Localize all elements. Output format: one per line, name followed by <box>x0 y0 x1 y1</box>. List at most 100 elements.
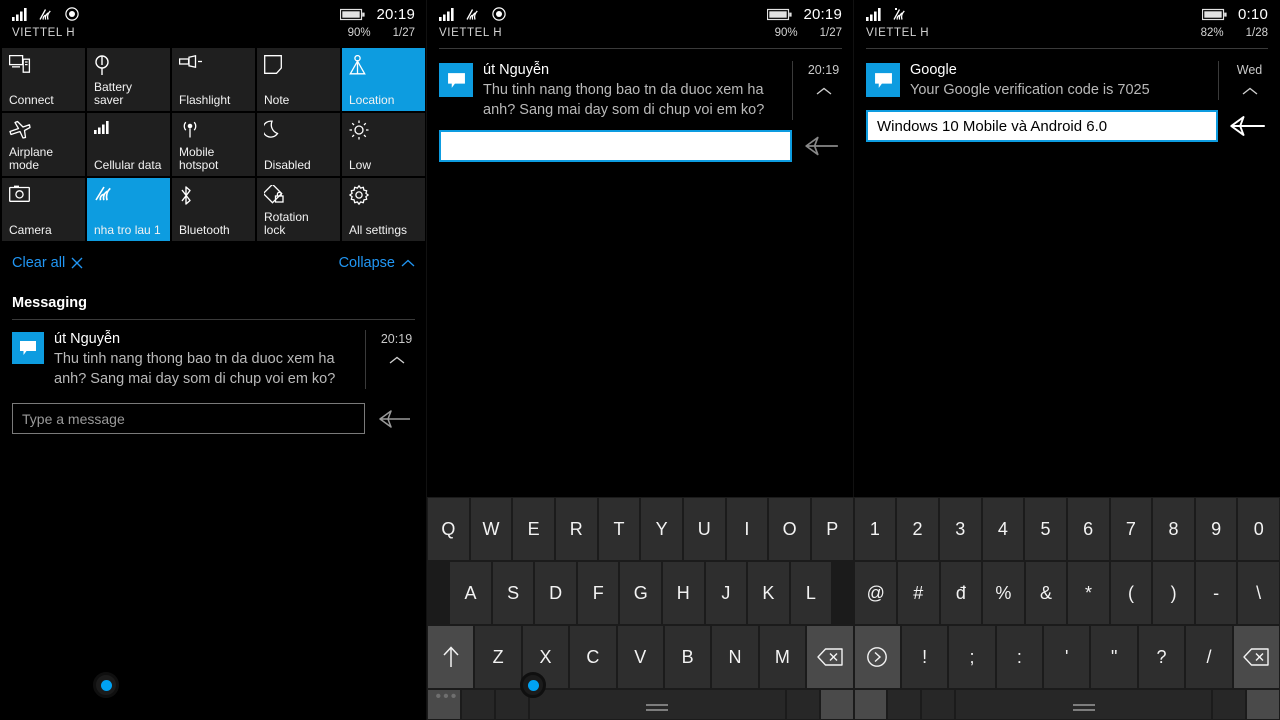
key-r-?[interactable]: ? <box>1138 626 1185 688</box>
quick-action-tile-flashlight[interactable]: Flashlight <box>172 48 255 111</box>
quick-action-tile-all-settings[interactable]: All settings <box>342 178 425 241</box>
key--[interactable]: - <box>1195 562 1237 624</box>
key-6[interactable]: 6 <box>1067 498 1109 560</box>
key-R[interactable]: R <box>555 498 597 560</box>
key-B[interactable]: B <box>664 626 711 688</box>
emoji-more-key-right[interactable] <box>854 690 887 719</box>
key-spacer-mid[interactable] <box>833 562 854 624</box>
quick-action-tile-battery-saver[interactable]: Battery saver <box>87 48 170 111</box>
key-9[interactable]: 9 <box>1195 498 1237 560</box>
send-button[interactable] <box>375 408 415 430</box>
space-key-right[interactable] <box>956 690 1212 719</box>
key-Y[interactable]: Y <box>641 498 682 560</box>
key-O[interactable]: O <box>769 498 810 560</box>
key-5[interactable]: 5 <box>1025 498 1066 560</box>
keyboard-resize-handle-right[interactable] <box>520 672 546 698</box>
key-G[interactable]: G <box>620 562 662 624</box>
key-H[interactable]: H <box>663 562 704 624</box>
key-I[interactable]: I <box>726 498 768 560</box>
backspace-key-right[interactable] <box>1233 626 1280 688</box>
key-D[interactable]: D <box>535 562 576 624</box>
quick-action-tile-bluetooth[interactable]: Bluetooth <box>172 178 255 241</box>
key-T[interactable]: T <box>598 498 640 560</box>
key-3[interactable]: 3 <box>939 498 981 560</box>
key-U[interactable]: U <box>683 498 725 560</box>
key-N[interactable]: N <box>712 626 758 688</box>
key-M[interactable]: M <box>759 626 806 688</box>
key-#[interactable]: # <box>898 562 939 624</box>
period-key[interactable] <box>786 690 819 719</box>
key-r-![interactable]: ! <box>901 626 948 688</box>
key-1[interactable]: 1 <box>854 498 896 560</box>
key-8[interactable]: 8 <box>1153 498 1194 560</box>
key-A[interactable]: A <box>450 562 491 624</box>
quick-action-tile-location[interactable]: Location <box>342 48 425 111</box>
quick-action-tile-note[interactable]: Note <box>257 48 340 111</box>
key-đ[interactable]: đ <box>940 562 982 624</box>
quick-action-tile-camera[interactable]: Camera <box>2 178 85 241</box>
reply-input[interactable] <box>12 403 365 434</box>
key-J[interactable]: J <box>705 562 747 624</box>
key-E[interactable]: E <box>513 498 554 560</box>
reply-input[interactable] <box>866 110 1218 142</box>
keyboard-resize-handle-left[interactable] <box>93 672 119 698</box>
reply-input[interactable] <box>439 130 792 162</box>
emoji-more-key[interactable]: ••• <box>428 689 460 719</box>
enter-key-right[interactable] <box>1247 690 1280 719</box>
key-r-'[interactable]: ' <box>1044 626 1090 688</box>
key-*[interactable]: * <box>1068 562 1109 624</box>
globe-key[interactable] <box>461 690 494 719</box>
key-r-/[interactable]: / <box>1186 626 1232 688</box>
quick-action-tile-connect[interactable]: Connect <box>2 48 85 111</box>
quick-action-tile-disabled[interactable]: Disabled <box>257 113 340 176</box>
space-key[interactable] <box>529 690 785 719</box>
send-button[interactable] <box>1228 113 1268 139</box>
quick-action-tile-airplane-mode[interactable]: Airplane mode <box>2 113 85 176</box>
key-r-;[interactable]: ; <box>949 626 995 688</box>
key-Q[interactable]: Q <box>428 498 469 560</box>
key-S[interactable]: S <box>492 562 534 624</box>
key-K[interactable]: K <box>748 562 789 624</box>
quick-action-tile-mobile-hotspot[interactable]: Mobile hotspot <box>172 113 255 176</box>
key-7[interactable]: 7 <box>1110 498 1152 560</box>
key-W[interactable]: W <box>470 498 512 560</box>
key-F[interactable]: F <box>577 562 619 624</box>
key-V[interactable]: V <box>617 626 663 688</box>
chevron-up-icon[interactable] <box>389 356 405 365</box>
key-0[interactable]: 0 <box>1238 498 1280 560</box>
globe-key-right[interactable] <box>888 690 921 719</box>
chevron-up-icon[interactable] <box>816 87 832 96</box>
key-2[interactable]: 2 <box>897 498 938 560</box>
comma-key[interactable] <box>495 690 528 719</box>
quick-action-tile-rotation-lock[interactable]: Rotation lock <box>257 178 340 241</box>
key-4[interactable]: 4 <box>982 498 1024 560</box>
send-button[interactable] <box>802 134 842 158</box>
key-C[interactable]: C <box>570 626 616 688</box>
notification-item[interactable]: út Nguyễn Thu tinh nang thong bao tn da … <box>427 49 854 126</box>
period-key-right[interactable] <box>1213 690 1246 719</box>
quick-action-tile-nha-tro-lau-1[interactable]: nha tro lau 1 <box>87 178 170 241</box>
key-)[interactable]: ) <box>1153 562 1194 624</box>
notification-item[interactable]: út Nguyễn Thu tinh nang thong bao tn da … <box>0 320 427 395</box>
backspace-key[interactable] <box>807 626 853 688</box>
notification-item[interactable]: Google Your Google verification code is … <box>854 49 1280 106</box>
collapse-button[interactable]: Collapse <box>339 255 415 271</box>
quick-action-tile-cellular-data[interactable]: Cellular data <box>87 113 170 176</box>
clear-all-button[interactable]: Clear all <box>12 255 83 271</box>
key-spacer-left[interactable] <box>428 562 449 624</box>
key-L[interactable]: L <box>790 562 832 624</box>
key-&[interactable]: & <box>1025 562 1067 624</box>
enter-key[interactable] <box>820 690 853 719</box>
key-%[interactable]: % <box>983 562 1024 624</box>
comma-key-right[interactable] <box>922 690 955 719</box>
shift-key[interactable] <box>428 626 474 688</box>
quick-action-tile-low[interactable]: Low <box>342 113 425 176</box>
key-P[interactable]: P <box>811 498 853 560</box>
key-@[interactable]: @ <box>855 562 897 624</box>
chevron-up-icon[interactable] <box>1242 87 1258 96</box>
key-r-:[interactable]: : <box>996 626 1043 688</box>
key-r-"[interactable]: " <box>1091 626 1137 688</box>
key-Z[interactable]: Z <box>475 626 521 688</box>
enter-key[interactable] <box>854 626 900 688</box>
key-([interactable]: ( <box>1110 562 1152 624</box>
